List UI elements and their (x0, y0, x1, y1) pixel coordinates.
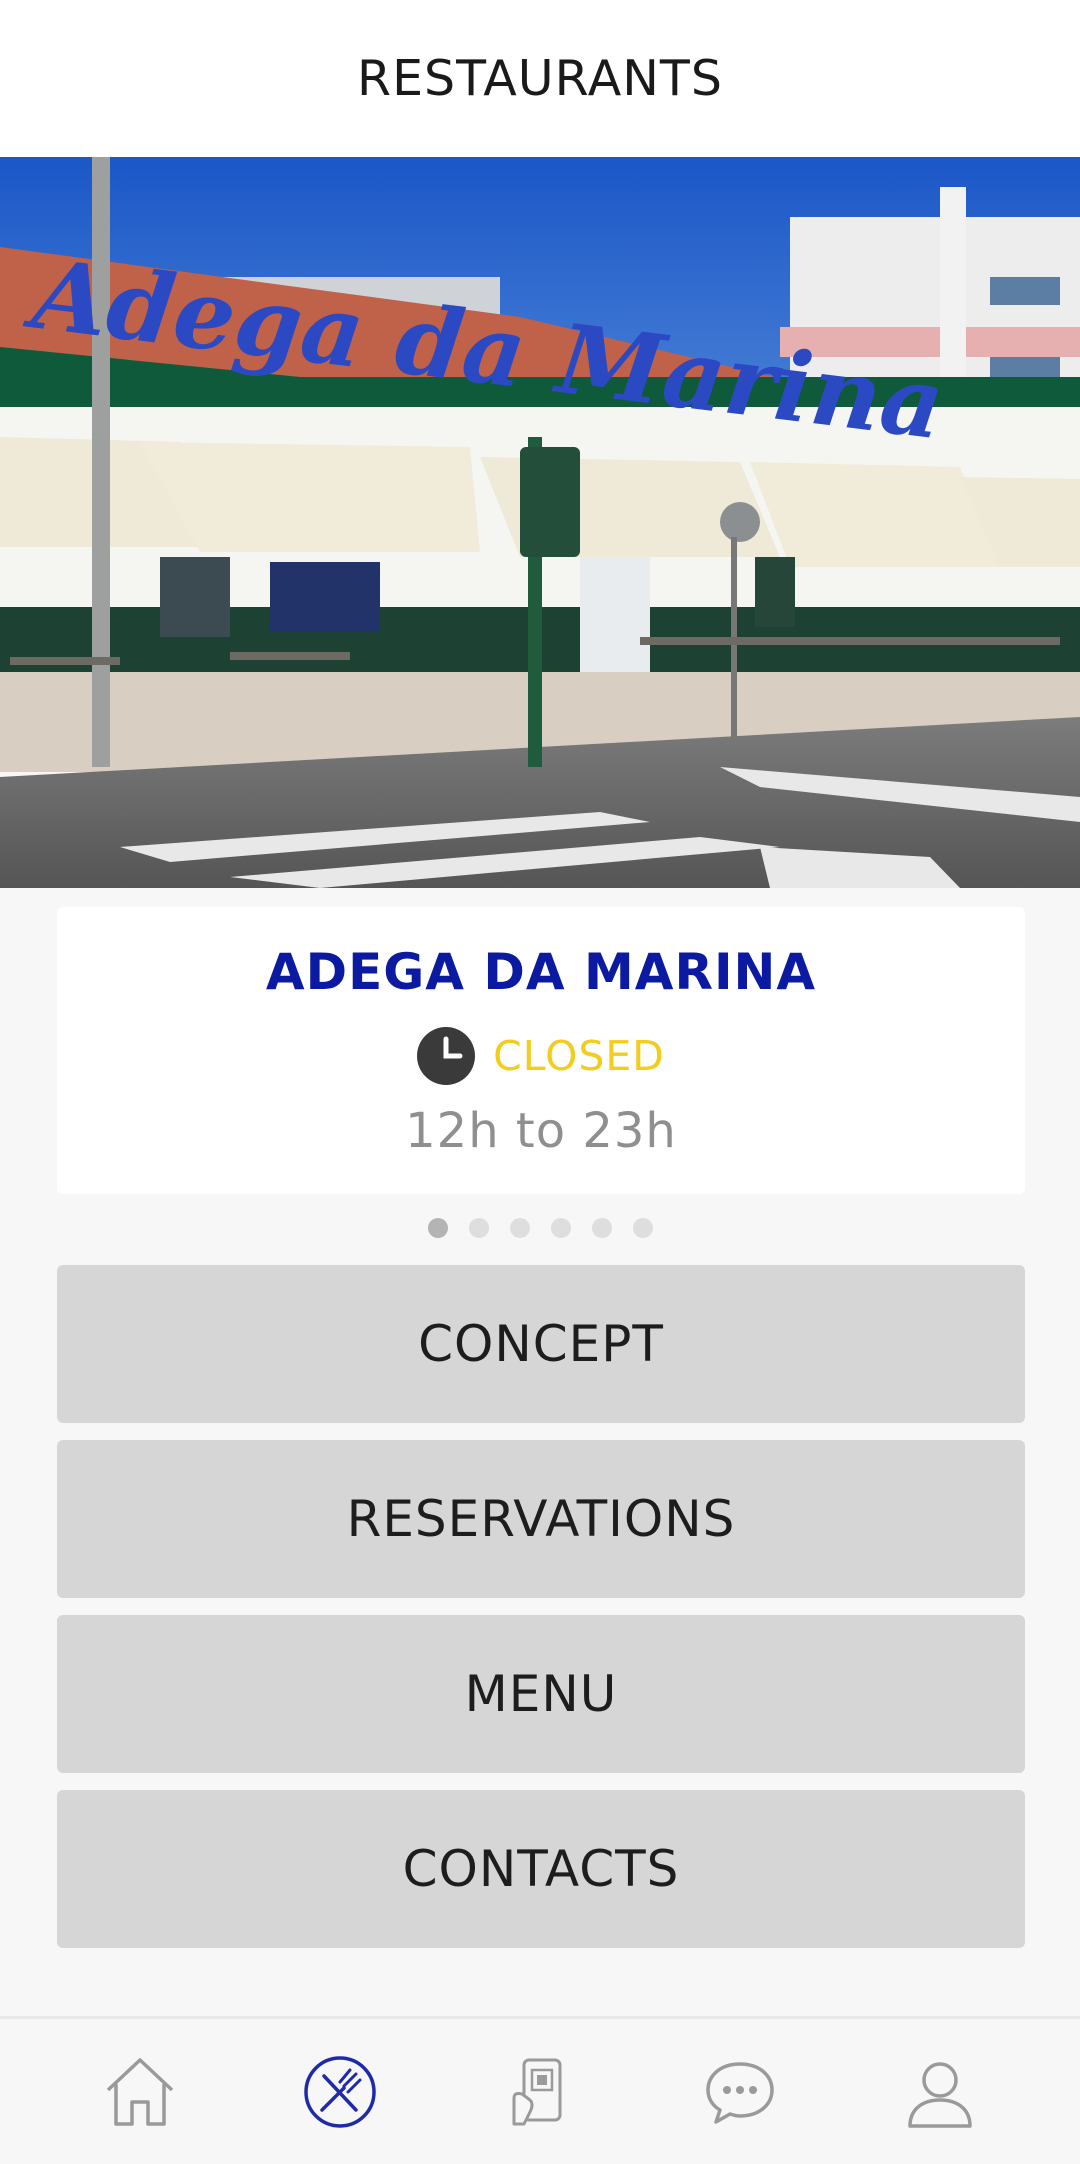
carousel-dot[interactable] (632, 1218, 653, 1238)
restaurant-name: ADEGA DA MARINA (265, 943, 817, 1001)
top-bar: RESTAURANTS (0, 0, 1080, 157)
chat-icon (706, 2061, 774, 2124)
page-title: RESTAURANTS (357, 50, 723, 107)
carousel-dot[interactable] (550, 1218, 571, 1238)
status-row: CLOSED (417, 1027, 665, 1085)
carousel-indicator (0, 1218, 1080, 1238)
app-root: RESTAURANTS Adega da Marina ADEGA DA MAR… (0, 0, 1080, 2164)
profile-icon (908, 2061, 972, 2128)
carousel-dot[interactable] (468, 1218, 489, 1238)
restaurant-actions: CONCEPT RESERVATIONS MENU CONTACTS (57, 1265, 1025, 1965)
nav-restaurants[interactable] (286, 2038, 394, 2146)
restaurant-info-card: ADEGA DA MARINA CLOSED 12h to 23h (57, 907, 1025, 1194)
carousel-dot[interactable] (427, 1218, 448, 1238)
bottom-navigation (0, 2016, 1080, 2164)
nav-qr-code[interactable] (486, 2038, 594, 2146)
restaurant-photo-image: Adega da Marina (0, 157, 1080, 888)
restaurant-icon (304, 2055, 376, 2128)
open-status: CLOSED (493, 1032, 665, 1080)
carousel-dot[interactable] (509, 1218, 530, 1238)
restaurant-photo[interactable]: Adega da Marina (0, 157, 1080, 888)
nav-messages[interactable] (686, 2038, 794, 2146)
concept-button[interactable]: CONCEPT (57, 1265, 1025, 1423)
home-icon (106, 2057, 174, 2126)
carousel-dot[interactable] (591, 1218, 612, 1238)
reservations-button[interactable]: RESERVATIONS (57, 1440, 1025, 1598)
clock-icon (417, 1027, 476, 1085)
nav-home[interactable] (86, 2038, 194, 2146)
menu-button[interactable]: MENU (57, 1615, 1025, 1773)
nav-profile[interactable] (886, 2038, 994, 2146)
qr-phone-icon (512, 2058, 562, 2125)
opening-hours: 12h to 23h (405, 1103, 677, 1159)
contacts-button[interactable]: CONTACTS (57, 1790, 1025, 1948)
